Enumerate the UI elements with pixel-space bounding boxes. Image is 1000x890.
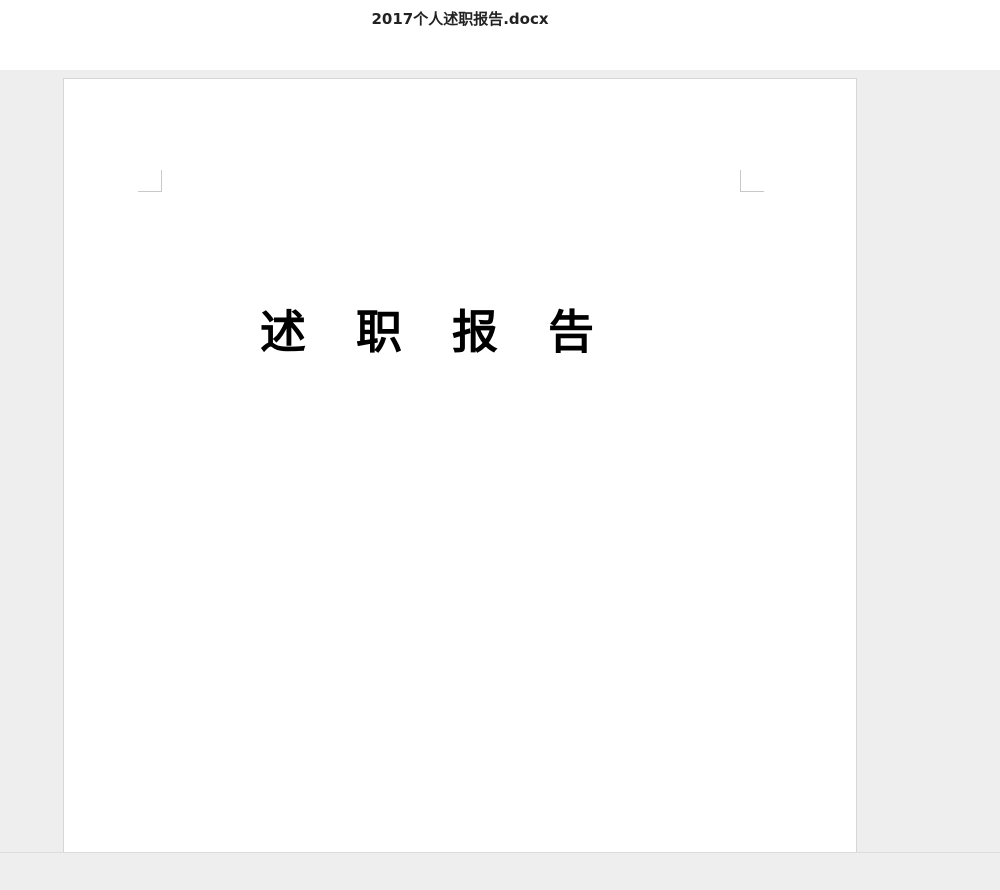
document-page[interactable]: 述职报告 [63, 78, 857, 852]
document-heading: 述职报告 [260, 305, 644, 359]
document-filename: 2017个人述职报告.docx [371, 10, 549, 28]
margin-corner-mark-left [138, 170, 162, 192]
margin-corner-mark-right [740, 170, 764, 192]
document-viewer[interactable]: 述职报告 [0, 70, 1000, 852]
title-bar: 2017个人述职报告.docx [0, 0, 1000, 70]
status-bar [0, 852, 1000, 890]
